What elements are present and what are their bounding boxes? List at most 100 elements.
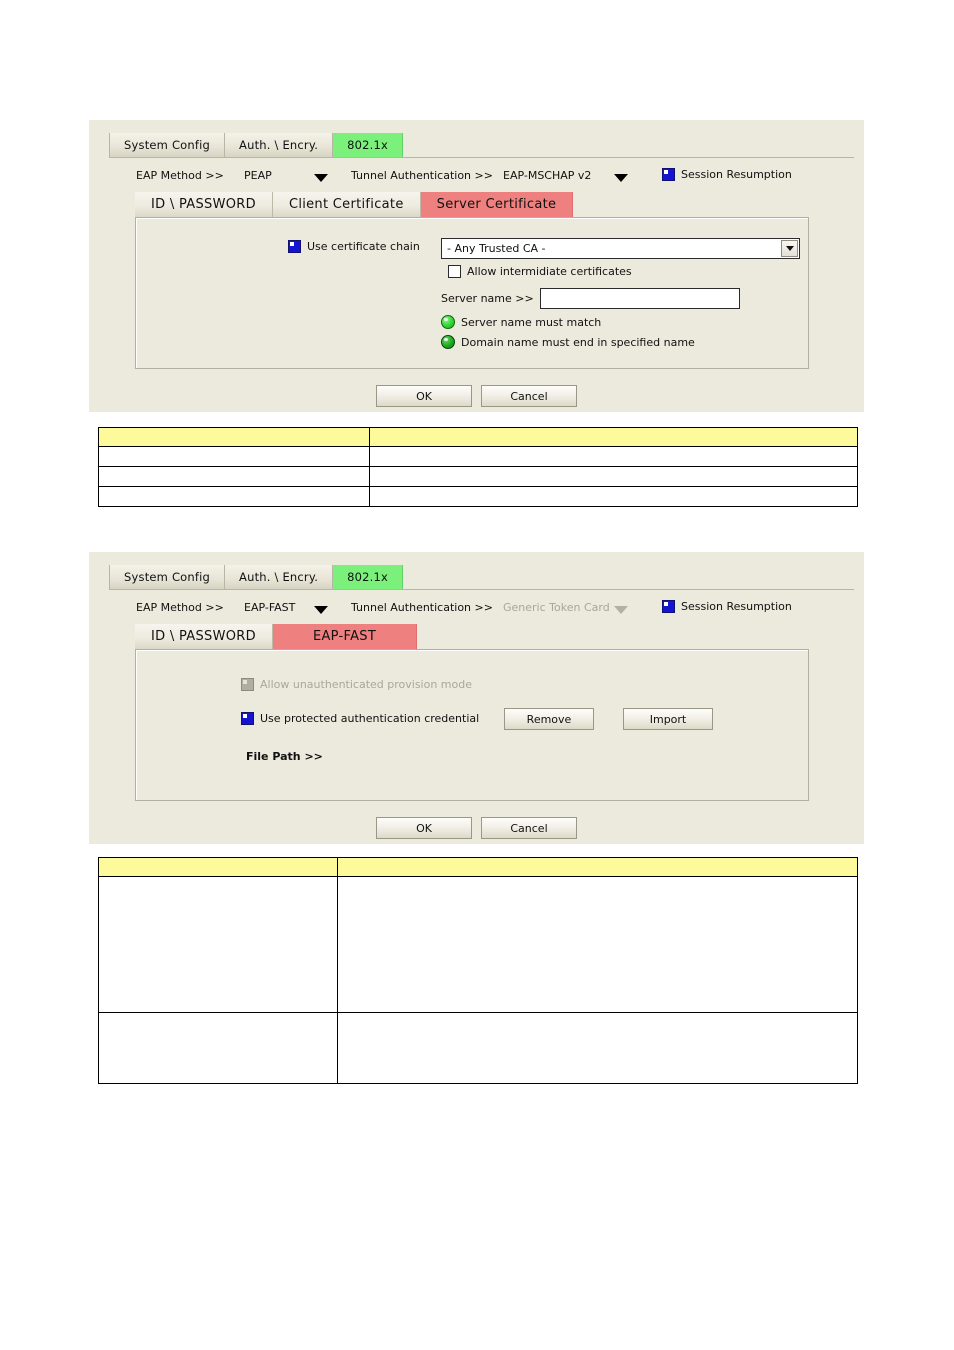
session-resumption-label: Session Resumption [681, 168, 792, 181]
tab-system-config[interactable]: System Config [109, 565, 226, 589]
tab-8021x-label: 802.1x [347, 570, 389, 584]
tunnel-authentication-value: Generic Token Card [503, 601, 610, 614]
chevron-down-icon [614, 606, 628, 614]
checkbox-icon[interactable] [662, 168, 675, 181]
use-certificate-chain-label: Use certificate chain [307, 240, 420, 253]
table-row [98, 1012, 858, 1084]
use-protected-authentication-credential-label: Use protected authentication credential [260, 712, 480, 725]
table-cell [337, 1012, 858, 1084]
domain-name-must-end-option[interactable]: Domain name must end in specified name [441, 335, 695, 349]
allow-unauthenticated-provision-checkbox: Allow unauthenticated provision mode [241, 678, 472, 691]
checkbox-icon [241, 678, 254, 691]
tab-8021x-label: 802.1x [347, 138, 389, 152]
eap-method-row: EAP Method >> PEAP Tunnel Authentication… [89, 164, 864, 190]
table-cell [369, 446, 858, 467]
tab-system-config-label: System Config [124, 570, 211, 584]
tab-auth-encry[interactable]: Auth. \ Encry. [225, 565, 334, 589]
description-table-2 [98, 857, 858, 1084]
tunnel-authentication-label: Tunnel Authentication >> [351, 169, 493, 182]
table-cell [98, 446, 370, 467]
tab-system-config[interactable]: System Config [109, 133, 226, 157]
tab-auth-encry[interactable]: Auth. \ Encry. [225, 133, 334, 157]
eap-method-label: EAP Method >> [136, 601, 224, 614]
checkbox-icon[interactable] [241, 712, 254, 725]
table-row [98, 486, 858, 507]
server-certificate-panel: Use certificate chain - Any Trusted CA -… [135, 217, 809, 369]
session-resumption-checkbox[interactable]: Session Resumption [662, 600, 792, 613]
server-name-input[interactable] [539, 288, 740, 309]
session-resumption-checkbox[interactable]: Session Resumption [662, 168, 792, 181]
use-protected-authentication-credential-checkbox[interactable]: Use protected authentication credential [241, 712, 479, 725]
cancel-button-label: Cancel [510, 389, 548, 403]
domain-name-must-end-label: Domain name must end in specified name [461, 335, 695, 349]
cancel-button[interactable]: Cancel [481, 385, 577, 407]
table-cell [369, 466, 858, 487]
eap-method-value[interactable]: EAP-FAST [244, 601, 295, 614]
top-tab-bar: System Config Auth. \ Encry. 802.1x [109, 133, 404, 157]
table-cell [98, 876, 338, 1013]
tab-id-password-label: ID \ PASSWORD [151, 629, 256, 644]
table-row [98, 466, 858, 487]
server-name-must-match-option[interactable]: Server name must match [441, 315, 601, 329]
tab-auth-encry-label: Auth. \ Encry. [239, 138, 319, 152]
chevron-down-icon[interactable] [781, 240, 798, 257]
tab-id-password[interactable]: ID \ PASSWORD [135, 624, 273, 649]
chevron-down-icon[interactable] [314, 606, 328, 614]
table-row [98, 446, 858, 467]
chevron-down-icon[interactable] [314, 174, 328, 182]
eap-fast-dialog: System Config Auth. \ Encry. 802.1x EAP … [89, 552, 864, 844]
status-dot-icon [441, 335, 455, 349]
table-header-cell [369, 427, 858, 447]
use-certificate-chain-checkbox[interactable]: Use certificate chain [288, 240, 420, 253]
tab-server-certificate-label: Server Certificate [436, 197, 557, 212]
trusted-ca-value: - Any Trusted CA - [447, 242, 546, 255]
table-header-row [98, 427, 858, 447]
remove-button[interactable]: Remove [504, 708, 594, 730]
tab-auth-encry-label: Auth. \ Encry. [239, 570, 319, 584]
table-header-cell [337, 857, 858, 877]
chevron-down-icon[interactable] [614, 174, 628, 182]
cancel-button[interactable]: Cancel [481, 817, 577, 839]
ok-button[interactable]: OK [376, 385, 472, 407]
server-name-label: Server name >> [441, 292, 534, 305]
tab-id-password-label: ID \ PASSWORD [151, 197, 256, 212]
tab-bar-divider [109, 589, 854, 590]
tab-client-certificate[interactable]: Client Certificate [272, 192, 421, 217]
table-row [98, 876, 858, 1013]
ok-button[interactable]: OK [376, 817, 472, 839]
tab-bar-divider [109, 157, 854, 158]
inner-tab-bar: ID \ PASSWORD Client Certificate Server … [135, 192, 574, 217]
tab-id-password[interactable]: ID \ PASSWORD [135, 192, 273, 217]
table-cell [98, 466, 370, 487]
cancel-button-label: Cancel [510, 821, 548, 835]
status-dot-icon [441, 315, 455, 329]
checkbox-icon[interactable] [288, 240, 301, 253]
remove-button-label: Remove [526, 712, 572, 726]
table-cell [98, 1012, 338, 1084]
file-path-label: File Path >> [246, 750, 323, 763]
server-certificate-dialog: System Config Auth. \ Encry. 802.1x EAP … [89, 120, 864, 412]
import-button-label: Import [649, 712, 687, 726]
table-cell [337, 876, 858, 1013]
eap-method-row: EAP Method >> EAP-FAST Tunnel Authentica… [89, 596, 864, 622]
tunnel-authentication-value[interactable]: EAP-MSCHAP v2 [503, 169, 591, 182]
tab-8021x[interactable]: 802.1x [333, 133, 404, 157]
session-resumption-label: Session Resumption [681, 600, 792, 613]
eap-method-label: EAP Method >> [136, 169, 224, 182]
tab-server-certificate[interactable]: Server Certificate [420, 192, 574, 217]
server-name-row: Server name >> [441, 288, 740, 309]
checkbox-icon[interactable] [662, 600, 675, 613]
table-header-row [98, 857, 858, 877]
trusted-ca-dropdown[interactable]: - Any Trusted CA - [441, 238, 800, 259]
tab-eap-fast[interactable]: EAP-FAST [272, 624, 418, 649]
import-button[interactable]: Import [623, 708, 713, 730]
allow-intermediate-certificates-checkbox[interactable]: Allow intermidiate certificates [448, 265, 632, 278]
table-header-cell [98, 427, 370, 447]
allow-intermediate-certificates-label: Allow intermidiate certificates [467, 265, 632, 278]
tab-8021x[interactable]: 802.1x [333, 565, 404, 589]
checkbox-icon[interactable] [448, 265, 461, 278]
eap-method-value[interactable]: PEAP [244, 169, 272, 182]
tab-client-certificate-label: Client Certificate [288, 197, 404, 212]
ok-button-label: OK [416, 821, 432, 835]
description-table-1 [98, 427, 858, 507]
